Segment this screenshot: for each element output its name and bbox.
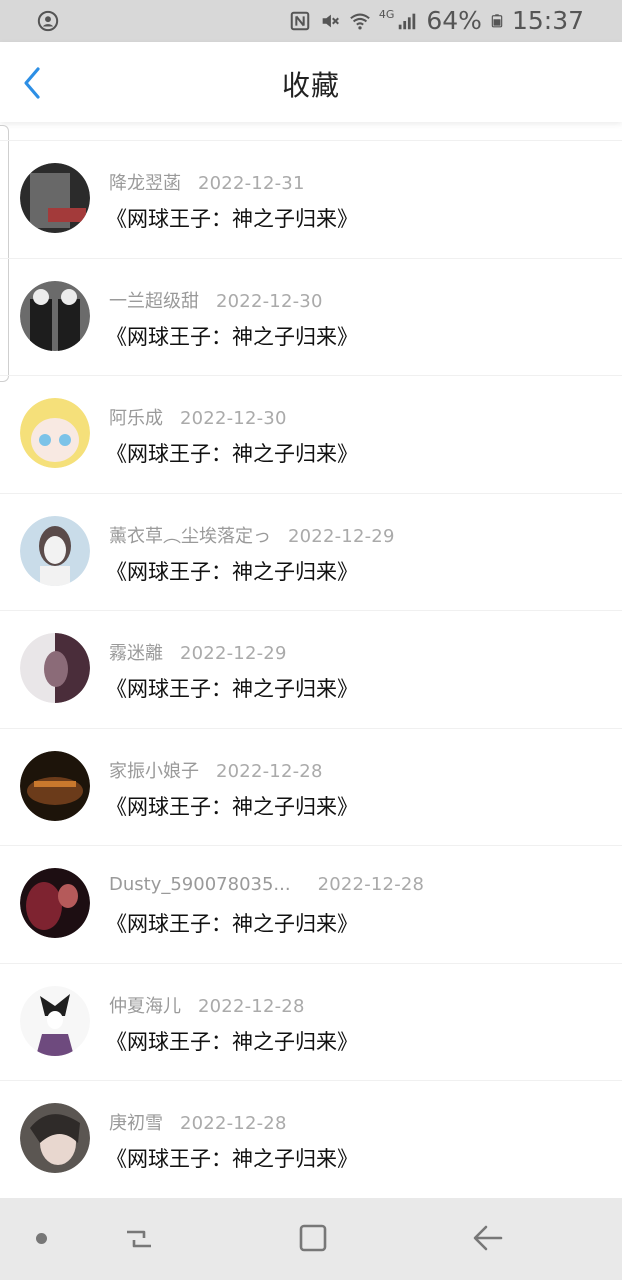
item-date: 2022-12-30 xyxy=(180,408,287,429)
user-name: 霧迷離 xyxy=(109,643,163,664)
book-title: 《网球王子：神之子归来》 xyxy=(106,677,358,701)
list-item[interactable]: 一兰超级甜 2022-12-30 《网球王子：神之子归来》 xyxy=(0,257,622,376)
mute-icon xyxy=(322,14,339,28)
nfc-icon xyxy=(290,11,310,31)
item-meta: 降龙翌菡 2022-12-31 xyxy=(109,169,305,195)
item-meta: 霧迷離 2022-12-29 xyxy=(109,639,287,665)
list-item[interactable]: 家振小娘子 2022-12-28 《网球王子：神之子归来》 xyxy=(0,727,622,846)
book-title: 《网球王子：神之子归来》 xyxy=(106,442,358,466)
recents-icon[interactable] xyxy=(124,1224,154,1254)
item-date: 2022-12-28 xyxy=(216,760,323,782)
book-title: 《网球王子：神之子归来》 xyxy=(106,207,358,231)
avatar xyxy=(20,750,90,821)
item-date: 2022-12-29 xyxy=(288,525,395,547)
user-name: 庚初雪 xyxy=(109,1113,163,1134)
avatar xyxy=(20,398,90,468)
dot-icon[interactable] xyxy=(36,1233,47,1244)
wifi-icon xyxy=(350,13,370,30)
back-arrow-icon[interactable] xyxy=(472,1223,504,1253)
book-title: 《网球王子：神之子归来》 xyxy=(106,324,358,349)
user-name: 家振小娘子 xyxy=(109,760,199,782)
list-item[interactable]: 薰衣草︵尘埃落定っ 2022-12-29 《网球王子：神之子归来》 xyxy=(0,492,622,611)
book-title: 《网球王子：神之子归来》 xyxy=(106,794,358,819)
item-date: 2022-12-30 xyxy=(216,290,323,312)
favorites-list: 降龙翌菡 2022-12-31 《网球王子：神之子归来》 一兰超级甜 2022-12… xyxy=(0,140,622,1198)
item-date: 2022-12-29 xyxy=(180,643,287,664)
battery-icon xyxy=(491,14,503,28)
book-title: 《网球王子：神之子归来》 xyxy=(106,1147,358,1171)
item-meta: 阿乐成 2022-12-30 xyxy=(109,404,287,430)
user-name: 仲夏海儿 xyxy=(109,995,181,1017)
avatar xyxy=(20,515,90,586)
list-item[interactable]: 霧迷離 2022-12-29 《网球王子：神之子归来》 xyxy=(0,610,622,728)
top-app-bar: 收藏 xyxy=(0,42,622,122)
item-meta: 薰衣草︵尘埃落定っ 2022-12-29 xyxy=(109,522,395,548)
list-item[interactable]: Dusty_590078035... 2022-12-28 《网球王子：神之子归来… xyxy=(0,845,622,963)
list-item[interactable]: 阿乐成 2022-12-30 《网球王子：神之子归来》 xyxy=(0,375,622,493)
book-title: 《网球王子：神之子归来》 xyxy=(106,1029,358,1054)
list-item[interactable]: 降龙翌菡 2022-12-31 《网球王子：神之子归来》 xyxy=(0,140,622,258)
book-title: 《网球王子：神之子归来》 xyxy=(106,559,358,584)
avatar xyxy=(20,985,90,1056)
avatar xyxy=(20,868,90,938)
battery-percent: 64% xyxy=(426,6,482,35)
user-name: 阿乐成 xyxy=(109,408,163,429)
item-meta: 一兰超级甜 2022-12-30 xyxy=(109,287,323,313)
account-circle-icon xyxy=(37,10,59,32)
chevron-left-icon[interactable] xyxy=(18,66,50,100)
page-title: 收藏 xyxy=(281,69,340,102)
system-nav-bar xyxy=(0,1198,622,1280)
book-title: 《网球王子：神之子归来》 xyxy=(106,912,358,936)
signal-icon xyxy=(399,13,416,30)
item-meta: Dusty_590078035... 2022-12-28 xyxy=(109,874,424,895)
item-date: 2022-12-28 xyxy=(180,1113,287,1134)
item-date: 2022-12-28 xyxy=(198,995,305,1017)
clock: 15:37 xyxy=(511,6,584,35)
status-bar: 4G 64% 15:37 xyxy=(0,0,622,42)
user-name: 降龙翌菡 xyxy=(109,173,181,194)
item-meta: 仲夏海儿 2022-12-28 xyxy=(109,992,305,1018)
user-name: Dusty_590078035... xyxy=(109,874,291,895)
item-meta: 庚初雪 2022-12-28 xyxy=(109,1109,287,1135)
user-name: 一兰超级甜 xyxy=(109,290,199,312)
avatar xyxy=(20,633,90,703)
avatar xyxy=(20,163,90,233)
network-label: 4G xyxy=(378,8,395,21)
user-name: 薰衣草︵尘埃落定っ xyxy=(109,525,271,547)
avatar xyxy=(20,280,90,351)
list-item[interactable]: 庚初雪 2022-12-28 《网球王子：神之子归来》 xyxy=(0,1080,622,1198)
home-icon[interactable] xyxy=(298,1223,328,1253)
list-item[interactable]: 仲夏海儿 2022-12-28 《网球王子：神之子归来》 xyxy=(0,962,622,1081)
item-meta: 家振小娘子 2022-12-28 xyxy=(109,757,323,783)
item-date: 2022-12-31 xyxy=(198,173,305,194)
item-date: 2022-12-28 xyxy=(317,874,425,895)
avatar xyxy=(20,1103,90,1173)
